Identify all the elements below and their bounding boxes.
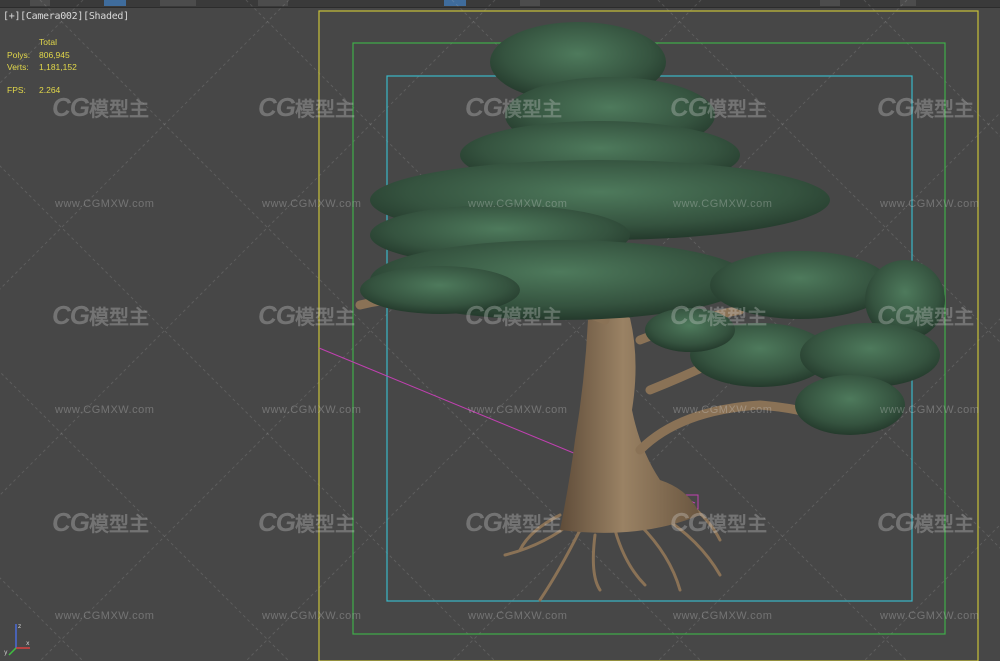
statistics-overlay: Total Polys: 806,945 Verts: 1,181,152 FP… bbox=[7, 36, 77, 96]
watermark-logo: CG模型主 bbox=[465, 300, 562, 330]
tree-foliage bbox=[360, 22, 945, 435]
stats-verts-label: Verts: bbox=[7, 62, 29, 72]
watermark-url: www.CGMXW.com bbox=[55, 610, 155, 622]
viewport-label: [+][Camera002][Shaded] bbox=[3, 11, 129, 22]
stats-fps-value: 2.264 bbox=[39, 84, 61, 95]
axis-label-y: y bbox=[4, 649, 8, 656]
watermark-logo: CG模型主 bbox=[670, 507, 767, 537]
watermark-url: www.CGMXW.com bbox=[880, 404, 980, 416]
watermark-logo: CG模型主 bbox=[465, 507, 562, 537]
stats-total-label: Total bbox=[39, 37, 57, 47]
watermark-url: www.CGMXW.com bbox=[880, 610, 980, 622]
watermark-url: www.CGMXW.com bbox=[468, 198, 568, 210]
watermark-logo: CG模型主 bbox=[52, 300, 149, 330]
watermark-logo: CG模型主 bbox=[465, 92, 562, 122]
watermark-url: www.CGMXW.com bbox=[55, 404, 155, 416]
watermark-url: www.CGMXW.com bbox=[262, 610, 362, 622]
axis-label-z: z bbox=[18, 623, 21, 630]
watermark-url: www.CGMXW.com bbox=[673, 610, 773, 622]
watermark-url: www.CGMXW.com bbox=[55, 198, 155, 210]
watermark-logo: CG模型主 bbox=[258, 507, 355, 537]
watermark-url: www.CGMXW.com bbox=[880, 198, 980, 210]
viewport-camera-name[interactable]: [Camera002] bbox=[20, 11, 83, 22]
watermark-logo: CG模型主 bbox=[670, 92, 767, 122]
watermark-logo: CG模型主 bbox=[52, 507, 149, 537]
stats-fps-label: FPS: bbox=[7, 84, 26, 95]
axis-label-x: x bbox=[26, 640, 30, 647]
watermark-url: www.CGMXW.com bbox=[673, 404, 773, 416]
watermark-url: www.CGMXW.com bbox=[468, 610, 568, 622]
watermark-url: www.CGMXW.com bbox=[262, 404, 362, 416]
viewport-menu-plus[interactable]: [+] bbox=[3, 11, 20, 22]
watermark-logo: CG模型主 bbox=[877, 300, 974, 330]
viewport-shading-mode[interactable]: [Shaded] bbox=[83, 11, 129, 22]
watermark-url: www.CGMXW.com bbox=[468, 404, 568, 416]
watermark-logo: CG模型主 bbox=[877, 507, 974, 537]
stats-polys-value: 806,945 bbox=[39, 49, 70, 60]
watermark-url: www.CGMXW.com bbox=[262, 198, 362, 210]
stats-verts-value: 1,181,152 bbox=[39, 62, 77, 72]
watermark-logo: CG模型主 bbox=[52, 92, 149, 122]
viewport-camera002[interactable]: CG模型主 CG模型主 CG模型主 CG模型主 CG模型主 CG模型主 CG模型… bbox=[0, 0, 1000, 661]
watermark-logo: CG模型主 bbox=[258, 92, 355, 122]
watermark-url: www.CGMXW.com bbox=[673, 198, 773, 210]
axis-gizmo-icon: z x y bbox=[4, 623, 30, 656]
watermark-logo: CG模型主 bbox=[258, 300, 355, 330]
watermark-logo: CG模型主 bbox=[877, 92, 974, 122]
stats-polys-label: Polys: bbox=[7, 49, 31, 60]
watermark-logo: CG模型主 bbox=[670, 300, 767, 330]
